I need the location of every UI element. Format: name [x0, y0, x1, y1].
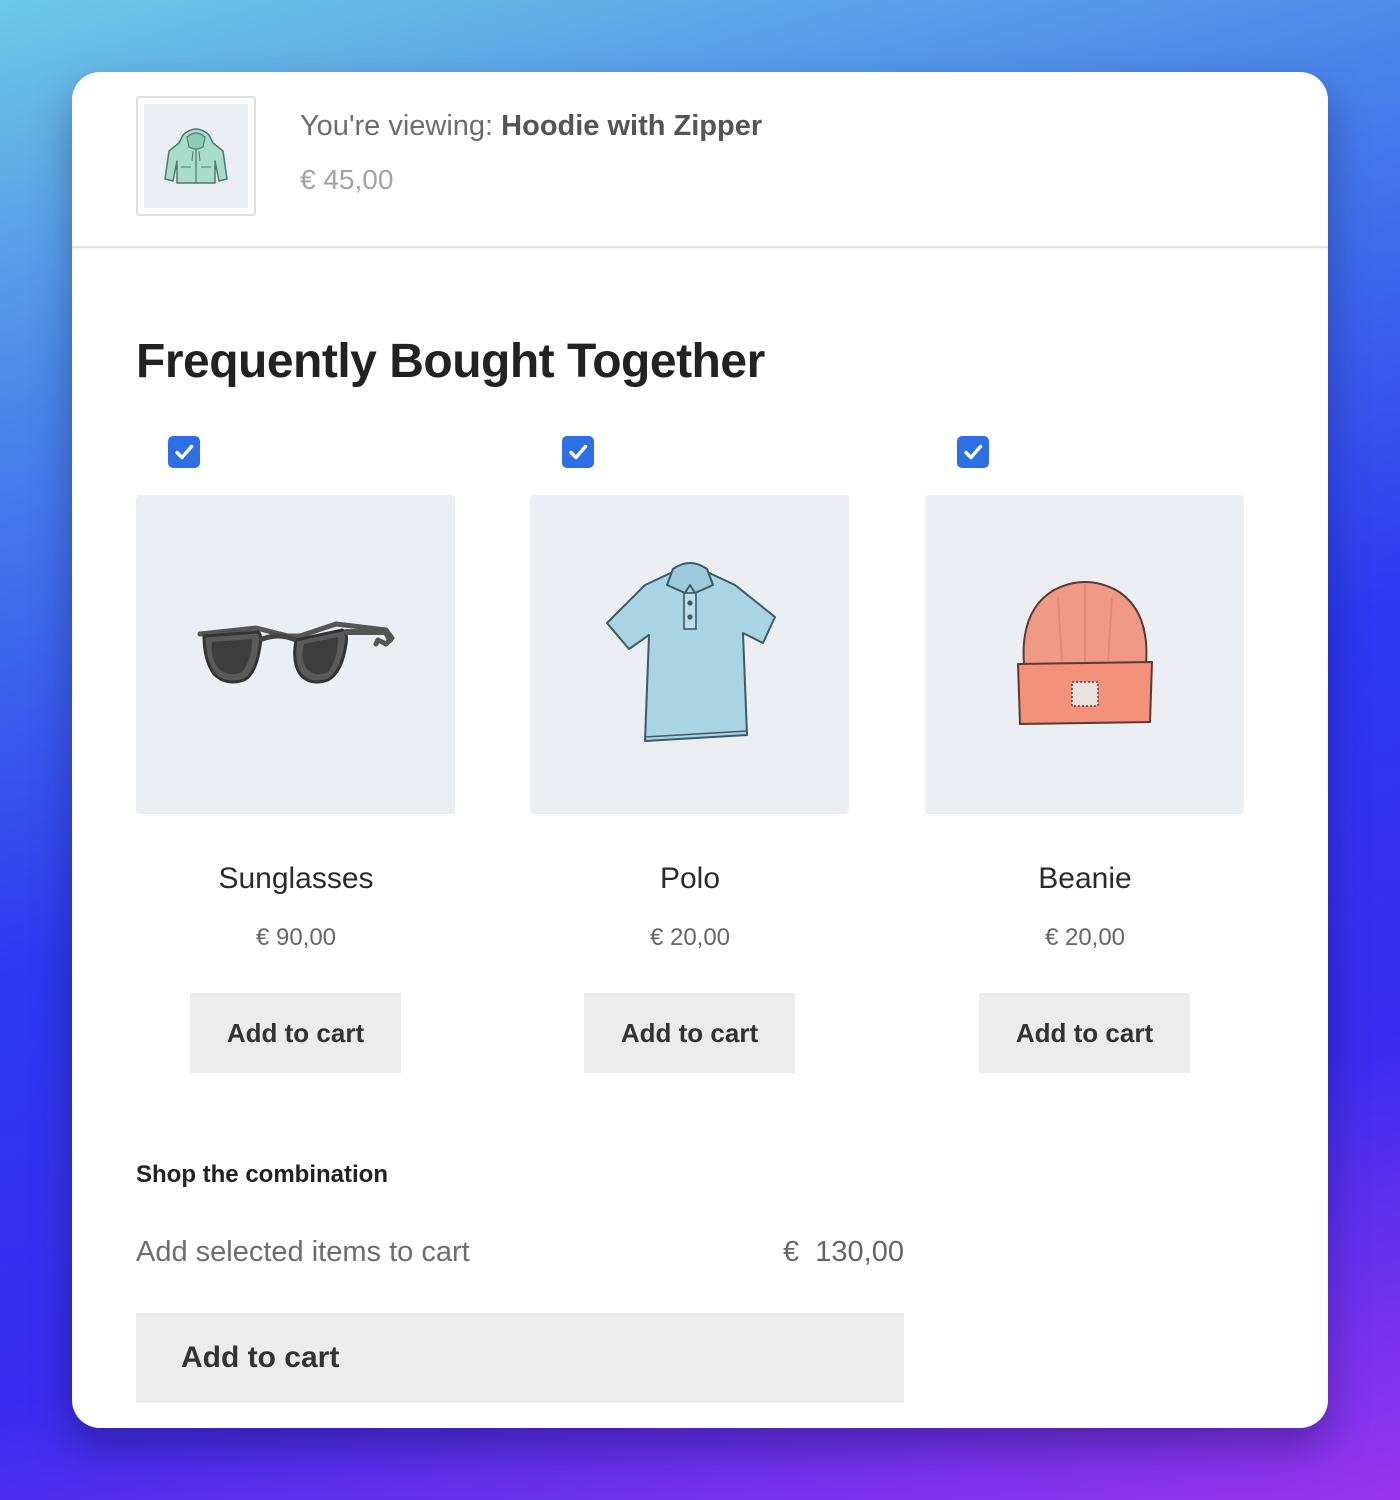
product-name[interactable]: Beanie — [925, 862, 1245, 896]
product-checkbox[interactable] — [957, 436, 989, 468]
add-to-cart-button[interactable]: Add to cart — [190, 993, 401, 1073]
polo-shirt-icon — [605, 561, 776, 742]
product-image[interactable] — [136, 495, 455, 814]
thumbnail-image — [144, 104, 248, 208]
viewing-prefix: You're viewing: — [300, 110, 494, 142]
combination-total: € 130,00 — [783, 1236, 904, 1268]
hoodie-icon — [164, 128, 228, 184]
viewing-product-name[interactable]: Hoodie with Zipper — [501, 110, 762, 142]
product-price: € 20,00 — [649, 924, 731, 951]
viewing-text: You're viewing: Hoodie with Zipper — [300, 110, 762, 143]
product-name[interactable]: Polo — [530, 862, 850, 896]
product-checkbox[interactable] — [562, 436, 594, 468]
product-name[interactable]: Sunglasses — [136, 862, 456, 896]
product-checkbox[interactable] — [168, 436, 200, 468]
add-to-cart-button[interactable]: Add to cart — [584, 993, 795, 1073]
product-thumbnail[interactable] — [136, 96, 256, 216]
combination-description: Add selected items to cart — [136, 1236, 470, 1268]
product-image[interactable] — [925, 495, 1244, 814]
checkmark-icon — [175, 444, 194, 460]
checkmark-icon — [964, 444, 983, 460]
product-image[interactable] — [530, 495, 849, 814]
checkmark-icon — [569, 444, 588, 460]
add-selected-to-cart-button[interactable]: Add to cart — [136, 1313, 904, 1403]
product-price: € 90,00 — [255, 924, 337, 951]
product-price: € 20,00 — [1044, 924, 1126, 951]
viewing-price: € 45,00 — [300, 164, 394, 195]
section-title: Frequently Bought Together — [136, 335, 765, 388]
combination-label: Shop the combination — [136, 1161, 388, 1188]
viewing-header: You're viewing: Hoodie with Zipper € 45,… — [72, 72, 1328, 248]
beanie-icon — [1016, 580, 1153, 725]
product-card: You're viewing: Hoodie with Zipper € 45,… — [72, 72, 1328, 1428]
add-to-cart-button[interactable]: Add to cart — [979, 993, 1190, 1073]
sunglasses-icon — [197, 621, 394, 683]
combination-summary: Add selected items to cart € 130,00 — [136, 1236, 904, 1269]
